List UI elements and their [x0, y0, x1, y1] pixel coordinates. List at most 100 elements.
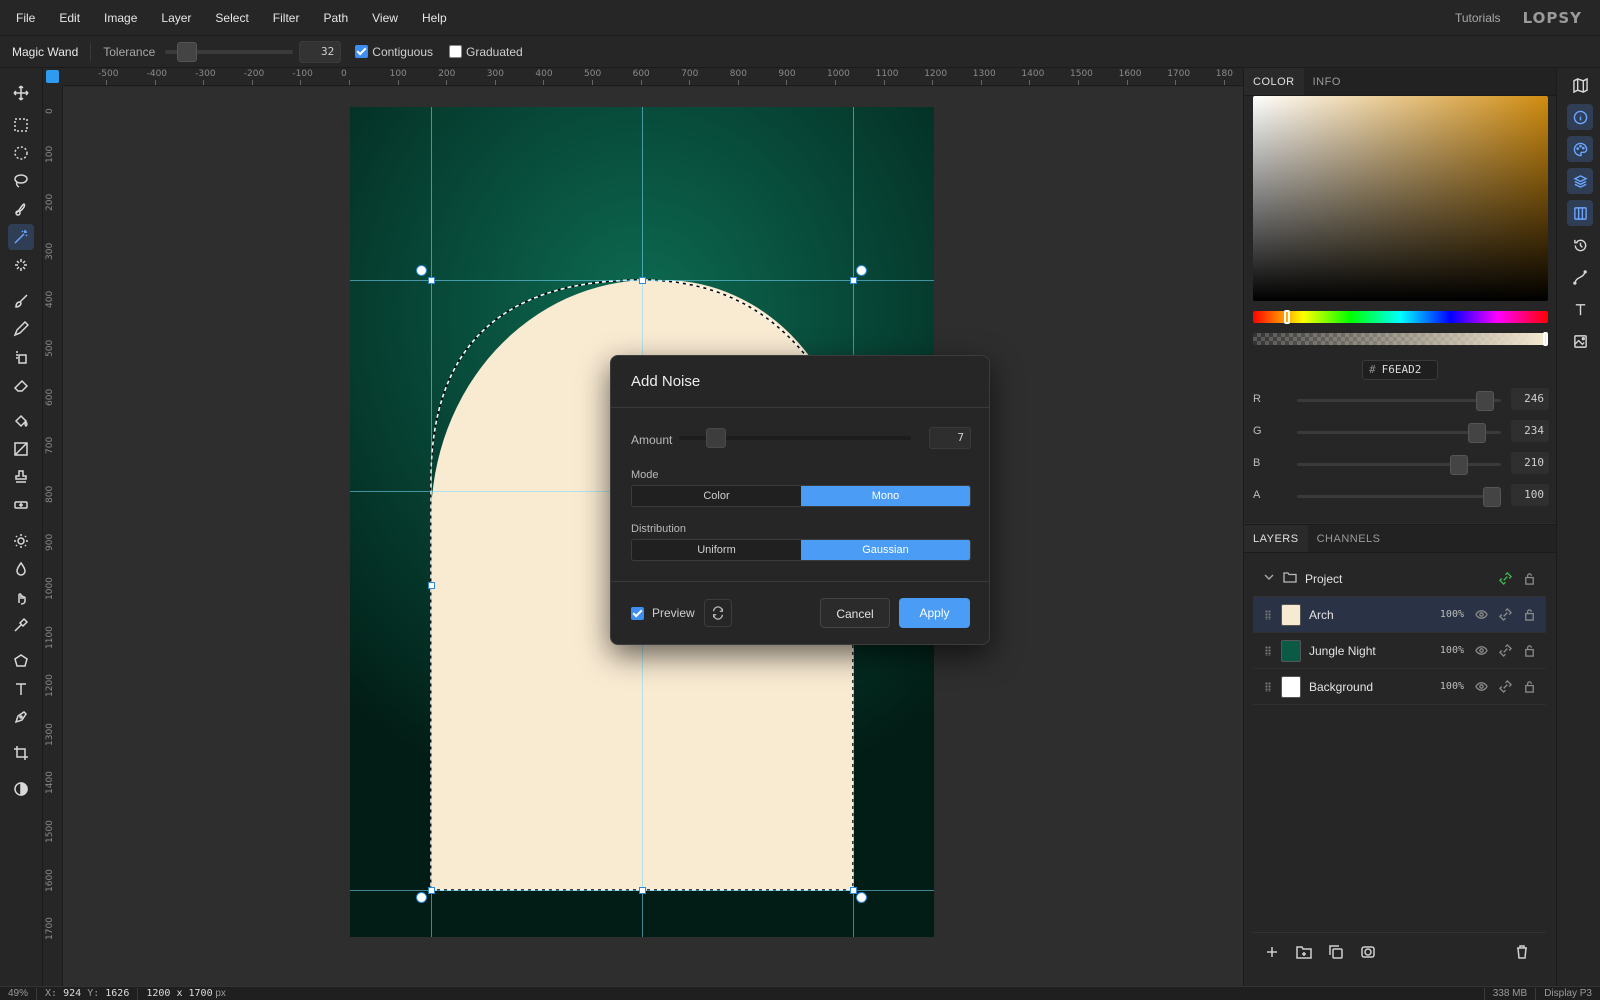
layer-opacity[interactable]: 100%	[1440, 609, 1464, 620]
menu-layer[interactable]: Layer	[149, 0, 203, 36]
palette-icon[interactable]	[1567, 136, 1593, 162]
tutorials-link[interactable]: Tutorials	[1455, 11, 1501, 25]
mask-icon[interactable]	[1360, 944, 1376, 960]
layer-opacity[interactable]: 100%	[1440, 681, 1464, 692]
tab-info[interactable]: INFO	[1304, 68, 1350, 95]
saturation-value-picker[interactable]	[1253, 96, 1548, 301]
tab-color[interactable]: COLOR	[1244, 68, 1304, 95]
layer-name[interactable]: Jungle Night	[1309, 644, 1440, 658]
transform-handle[interactable]	[639, 277, 646, 284]
graduated-checkbox[interactable]: Graduated	[449, 45, 523, 59]
ruler-origin-icon[interactable]	[46, 70, 59, 83]
duplicate-icon[interactable]	[1328, 944, 1344, 960]
preview-checkbox[interactable]: Preview	[631, 606, 695, 620]
character-icon[interactable]	[1567, 296, 1593, 322]
layers-icon[interactable]	[1567, 168, 1593, 194]
lock-icon[interactable]	[1522, 680, 1536, 694]
zoom-level[interactable]: 49%	[0, 987, 38, 1000]
distribution-gaussian-option[interactable]: Gaussian	[801, 540, 970, 560]
alpha-slider-thumb[interactable]	[1543, 332, 1548, 346]
clone-icon[interactable]	[8, 344, 34, 370]
eye-icon[interactable]	[1474, 680, 1488, 694]
transform-handle[interactable]	[428, 887, 435, 894]
brush-icon[interactable]	[8, 288, 34, 314]
magic-wand-icon[interactable]	[8, 224, 34, 250]
contrast-icon[interactable]	[8, 776, 34, 802]
mode-mono-option[interactable]: Mono	[801, 486, 970, 506]
contiguous-check-icon[interactable]	[355, 45, 369, 58]
eye-icon[interactable]	[1474, 608, 1488, 622]
gradient-icon[interactable]	[8, 436, 34, 462]
color-profile[interactable]: Display P3	[1536, 988, 1600, 1000]
hue-slider[interactable]	[1253, 310, 1548, 324]
rotate-handle[interactable]	[856, 265, 867, 276]
alpha-input[interactable]: 100	[1511, 484, 1549, 506]
blue-input[interactable]: 210	[1511, 452, 1549, 474]
tolerance-slider[interactable]	[165, 41, 294, 62]
add-layer-icon[interactable]	[1264, 944, 1280, 960]
trash-icon[interactable]	[1514, 944, 1530, 960]
transform-handle[interactable]	[428, 582, 435, 589]
link-icon[interactable]	[1498, 608, 1512, 622]
mode-color-option[interactable]: Color	[632, 486, 801, 506]
contiguous-checkbox[interactable]: Contiguous	[355, 45, 433, 59]
rotate-handle[interactable]	[416, 265, 427, 276]
pen-icon[interactable]	[8, 704, 34, 730]
red-slider-thumb[interactable]	[1476, 391, 1495, 411]
layer-name[interactable]: Arch	[1309, 608, 1440, 622]
bucket-icon[interactable]	[8, 408, 34, 434]
tab-layers[interactable]: LAYERS	[1244, 525, 1308, 552]
link-icon[interactable]	[1498, 680, 1512, 694]
layer-row-arch[interactable]: Arch 100%	[1253, 597, 1546, 633]
lock-icon[interactable]	[1522, 608, 1536, 622]
rect-select-icon[interactable]	[8, 112, 34, 138]
eraser-icon[interactable]	[8, 372, 34, 398]
menu-filter[interactable]: Filter	[261, 0, 312, 36]
drag-handle-icon[interactable]	[1265, 645, 1271, 656]
menu-image[interactable]: Image	[92, 0, 149, 36]
transform-handle[interactable]	[850, 887, 857, 894]
menu-help[interactable]: Help	[410, 0, 459, 36]
pencil-icon[interactable]	[8, 316, 34, 342]
alpha-channel-slider[interactable]	[1297, 487, 1501, 507]
info-icon[interactable]	[1567, 104, 1593, 130]
menu-view[interactable]: View	[360, 0, 410, 36]
amount-input[interactable]: 7	[929, 427, 971, 449]
tolerance-slider-thumb[interactable]	[177, 41, 198, 62]
drag-handle-icon[interactable]	[1265, 681, 1271, 692]
hex-input[interactable]: # F6EAD2	[1362, 360, 1438, 380]
layer-row-background[interactable]: Background 100%	[1253, 669, 1546, 705]
green-input[interactable]: 234	[1511, 420, 1549, 442]
layer-opacity[interactable]: 100%	[1440, 645, 1464, 656]
object-select-icon[interactable]	[8, 252, 34, 278]
ellipse-select-icon[interactable]	[8, 140, 34, 166]
tab-channels[interactable]: CHANNELS	[1308, 525, 1390, 552]
alpha-slider[interactable]	[1253, 332, 1548, 346]
distribution-uniform-option[interactable]: Uniform	[632, 540, 801, 560]
amount-slider-thumb[interactable]	[705, 428, 726, 448]
channels-icon[interactable]	[1567, 200, 1593, 226]
drag-handle-icon[interactable]	[1265, 609, 1271, 620]
lock-icon[interactable]	[1522, 644, 1536, 658]
move-icon[interactable]	[8, 80, 34, 106]
transform-handle[interactable]	[639, 887, 646, 894]
refresh-preview-button[interactable]	[704, 599, 732, 627]
smudge-icon[interactable]	[8, 584, 34, 610]
tolerance-input[interactable]: 32	[299, 40, 342, 63]
transform-handle[interactable]	[428, 277, 435, 284]
menu-path[interactable]: Path	[311, 0, 360, 36]
eyedropper-icon[interactable]	[8, 612, 34, 638]
rotate-handle[interactable]	[856, 892, 867, 903]
transform-handle[interactable]	[850, 277, 857, 284]
stamp-icon[interactable]	[8, 464, 34, 490]
graduated-check-icon[interactable]	[449, 45, 462, 58]
adjustments-icon[interactable]	[1567, 328, 1593, 354]
shape-icon[interactable]	[8, 648, 34, 674]
eye-icon[interactable]	[1474, 644, 1488, 658]
map-icon[interactable]	[1567, 72, 1593, 98]
guide-vertical[interactable]	[431, 107, 432, 937]
menu-select[interactable]: Select	[203, 0, 260, 36]
green-slider[interactable]	[1297, 423, 1501, 443]
red-slider[interactable]	[1297, 391, 1501, 411]
rotate-handle[interactable]	[416, 892, 427, 903]
